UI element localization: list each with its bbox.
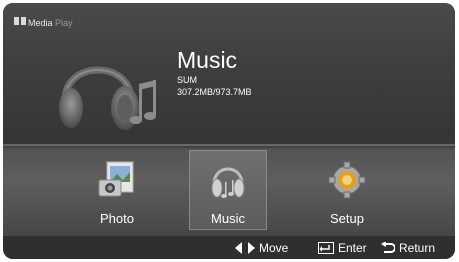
menu-item-photo[interactable]: Photo bbox=[78, 150, 156, 230]
enter-label: Enter bbox=[338, 241, 367, 255]
menu-item-setup-label: Setup bbox=[330, 211, 364, 226]
page-title: Music bbox=[177, 47, 238, 73]
photo-icon bbox=[98, 161, 134, 197]
move-label: Move bbox=[259, 241, 289, 255]
menu-item-setup[interactable]: Setup bbox=[308, 150, 386, 230]
music-headphones-icon bbox=[211, 167, 245, 198]
return-icon bbox=[381, 242, 395, 253]
return-label: Return bbox=[399, 241, 436, 255]
help-bar: Move Enter Return bbox=[3, 236, 455, 259]
arrows-icon bbox=[235, 242, 255, 254]
enter-hint: Enter bbox=[318, 241, 367, 255]
headphones-music-icon bbox=[59, 66, 156, 130]
return-hint: Return bbox=[381, 241, 435, 255]
header-area: Media Play Music SUM 307.2MB/973.7MB bbox=[3, 3, 455, 144]
enter-icon bbox=[318, 242, 334, 254]
category-menu: Photo Music Setup bbox=[3, 144, 455, 236]
menu-item-music-label: Music bbox=[211, 211, 245, 226]
brand-word2: Play bbox=[55, 18, 73, 28]
device-name: SUM bbox=[177, 75, 197, 85]
media-play-screen: Media Play Music SUM 307.2MB/973.7MB Pho… bbox=[3, 3, 455, 259]
media-play-logo: Media Play bbox=[14, 17, 73, 28]
gear-icon bbox=[328, 161, 366, 199]
menu-item-music[interactable]: Music bbox=[189, 150, 267, 230]
media-play-logo-icon bbox=[14, 17, 26, 25]
brand-word1: Media bbox=[28, 18, 53, 28]
move-hint: Move bbox=[235, 241, 288, 255]
menu-item-photo-label: Photo bbox=[100, 211, 134, 226]
storage-usage: 307.2MB/973.7MB bbox=[177, 87, 252, 97]
